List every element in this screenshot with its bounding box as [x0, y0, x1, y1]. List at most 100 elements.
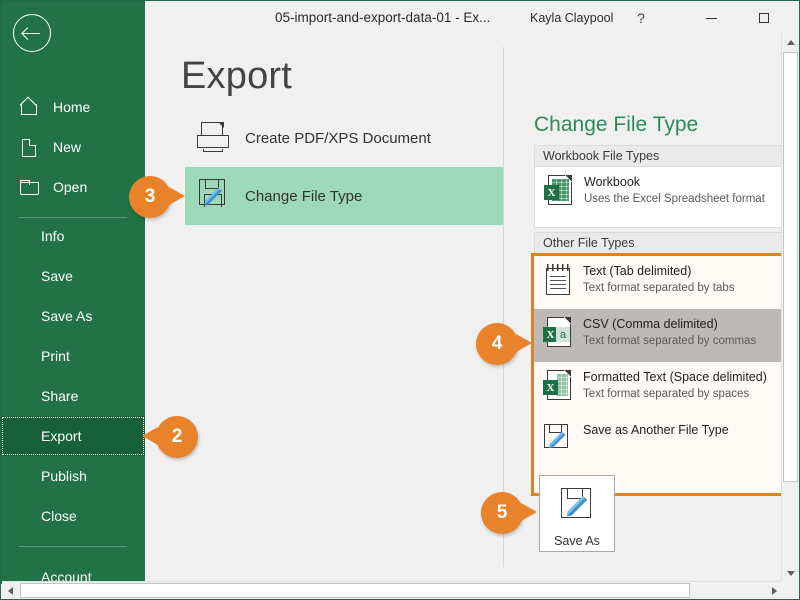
export-options-list: Create PDF/XPS Document Change File Type [185, 109, 503, 225]
save-as-button[interactable]: Save As [539, 475, 615, 552]
callout-2: 2 [142, 416, 198, 458]
scroll-down-button[interactable] [782, 565, 799, 582]
sidebar-item-label: Open [53, 179, 88, 195]
file-type-text-tab-delimited[interactable]: Text (Tab delimited) Text format separat… [534, 256, 782, 309]
chevron-down-icon [786, 571, 795, 576]
back-arrow-icon [23, 28, 41, 38]
window-title: 05-import-and-export-data-01 - Ex... [275, 10, 491, 25]
title-bar: 05-import-and-export-data-01 - Ex... Kay… [145, 1, 799, 37]
file-type-desc: Text format separated by tabs [583, 282, 735, 294]
sidebar-item-new[interactable]: New [1, 127, 145, 167]
account-name[interactable]: Kayla Claypool [530, 11, 613, 25]
callout-number: 4 [491, 333, 503, 354]
option-label: Change File Type [245, 187, 363, 205]
minimize-button[interactable] [688, 1, 734, 35]
excel-backstage-export-screen: 05-import-and-export-data-01 - Ex... Kay… [0, 0, 800, 600]
scroll-up-button[interactable] [782, 34, 799, 51]
sidebar-main-group: Info Save Save As Print Share Export Pub… [1, 216, 145, 597]
sidebar-item-label: New [53, 139, 82, 155]
file-type-csv-comma-delimited[interactable]: Xa CSV (Comma delimited) Text format sep… [534, 309, 782, 362]
file-type-name: Formatted Text (Space delimited) [583, 370, 767, 384]
sidebar-item-label: Export [41, 428, 82, 444]
save-pencil-icon [559, 488, 595, 524]
excel-csv-icon: Xa [541, 316, 577, 352]
scrollbar-corner [781, 581, 798, 598]
page-title: Export [181, 55, 293, 97]
file-type-workbook[interactable]: X Workbook Uses the Excel Spreadsheet fo… [535, 167, 781, 220]
callout-4: 4 [476, 323, 532, 365]
file-type-name: Workbook [584, 175, 641, 189]
column-divider [503, 47, 504, 567]
panel-title: Change File Type [534, 113, 699, 136]
maximize-button[interactable] [741, 1, 787, 35]
option-change-file-type[interactable]: Change File Type [185, 167, 503, 225]
sidebar-item-close[interactable]: Close [1, 496, 145, 536]
group-header-workbook-file-types: Workbook File Types [534, 145, 782, 167]
export-main-column: Export Create PDF/XPS Document Change Fi… [145, 37, 503, 584]
back-button[interactable] [13, 14, 51, 52]
other-file-types-list: Text (Tab delimited) Text format separat… [534, 256, 782, 493]
file-type-name: CSV (Comma delimited) [583, 317, 718, 331]
callout-number: 2 [171, 426, 183, 447]
save-as-button-label: Save As [554, 534, 600, 548]
option-label: Create PDF/XPS Document [245, 129, 431, 147]
callout-tail-icon [521, 503, 537, 521]
save-pencil-icon [541, 422, 577, 458]
sidebar-divider-bottom [19, 546, 127, 547]
sidebar-item-label: Home [53, 99, 91, 115]
scroll-left-button[interactable] [2, 582, 19, 599]
file-type-save-as-another-file-type[interactable]: Save as Another File Type [534, 415, 782, 459]
sidebar-item-share[interactable]: Share [1, 376, 145, 416]
save-pencil-icon [191, 176, 235, 216]
sidebar-item-label: Save As [41, 308, 93, 324]
sidebar-item-label: Close [41, 508, 77, 524]
other-file-types-box: Text (Tab delimited) Text format separat… [531, 253, 785, 496]
sidebar-item-info[interactable]: Info [1, 216, 145, 256]
sidebar-item-label: Print [41, 348, 70, 364]
horizontal-scrollbar[interactable] [2, 581, 799, 599]
group-header-other-file-types: Other File Types [534, 232, 782, 254]
sidebar-item-label: Save [41, 268, 73, 284]
sidebar-item-home[interactable]: Home [1, 87, 145, 127]
sidebar-item-print[interactable]: Print [1, 336, 145, 376]
printer-document-icon [191, 118, 235, 158]
sidebar-item-export[interactable]: Export [1, 416, 145, 456]
callout-number: 5 [496, 502, 508, 523]
home-icon [19, 98, 41, 116]
notepad-icon [541, 263, 577, 299]
sidebar-item-label: Publish [41, 468, 87, 484]
callout-3: 3 [129, 176, 185, 218]
vertical-scrollbar[interactable] [781, 34, 799, 582]
close-button[interactable] [795, 1, 799, 35]
minimize-icon [705, 17, 717, 19]
excel-workbook-icon: X [542, 174, 578, 210]
callout-5: 5 [481, 492, 537, 534]
sidebar-item-label: Share [41, 388, 79, 404]
callout-tail-icon [169, 187, 185, 205]
chevron-up-icon [786, 40, 795, 45]
file-type-desc: Uses the Excel Spreadsheet format [584, 193, 765, 205]
help-icon[interactable]: ? [632, 9, 650, 27]
file-type-name: Save as Another File Type [583, 423, 729, 437]
open-folder-icon [19, 178, 41, 196]
sidebar-item-label: Info [41, 228, 65, 244]
sidebar-item-open[interactable]: Open [1, 167, 145, 207]
new-document-icon [19, 138, 41, 157]
file-type-desc: Text format separated by commas [583, 335, 757, 347]
option-create-pdf-xps[interactable]: Create PDF/XPS Document [185, 109, 503, 167]
vertical-scrollbar-thumb[interactable] [783, 52, 798, 482]
sidebar-top-group: Home New Open [1, 87, 145, 228]
maximize-icon [759, 13, 769, 23]
excel-formatted-text-icon: X [541, 369, 577, 405]
sidebar-item-save-as[interactable]: Save As [1, 296, 145, 336]
horizontal-scrollbar-thumb[interactable] [20, 583, 690, 598]
callout-number: 3 [144, 186, 156, 207]
sidebar-item-publish[interactable]: Publish [1, 456, 145, 496]
callout-tail-icon [142, 427, 158, 445]
backstage-sidebar: Home New Open Info Save Save As Print Sh… [1, 1, 145, 584]
chevron-right-icon [772, 586, 777, 595]
file-type-desc: Text format separated by spaces [583, 388, 750, 400]
sidebar-item-save[interactable]: Save [1, 256, 145, 296]
file-type-formatted-text-space-delimited[interactable]: X Formatted Text (Space delimited) Text … [534, 362, 782, 415]
group-body-workbook-file-types: X Workbook Uses the Excel Spreadsheet fo… [534, 167, 782, 228]
